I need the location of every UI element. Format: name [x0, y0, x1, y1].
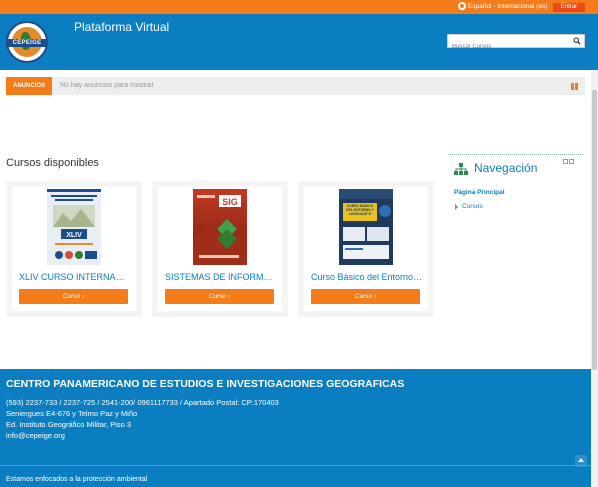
- nav-courses-link[interactable]: Cursos: [455, 203, 483, 210]
- course-button[interactable]: Curso ›: [165, 289, 274, 304]
- search-input[interactable]: [448, 41, 568, 53]
- nav-courses-label: Cursos: [462, 203, 483, 210]
- course-title[interactable]: SISTEMAS DE INFORMACIÓN GEOGRÁFICA: [165, 272, 277, 282]
- footer-tagline: Estamos enfocados a la protección ambien…: [6, 476, 148, 483]
- course-card: CURSO BÁSICO DEL ENTORNO Y LENGUAJE R Cu…: [298, 181, 434, 317]
- course-button[interactable]: Curso ›: [19, 289, 128, 304]
- svg-text:XLIV: XLIV: [66, 232, 82, 239]
- globe-icon: [458, 2, 466, 10]
- page-scrollbar[interactable]: [591, 70, 598, 487]
- nav-home-link[interactable]: Página Principal: [454, 189, 505, 196]
- section-title: Cursos disponibles: [6, 157, 99, 169]
- footer-address-1: Seniergues E4-676 y Telmo Paz y Miño: [6, 409, 138, 418]
- scrollbar-thumb[interactable]: [592, 90, 597, 370]
- course-image[interactable]: CURSO BÁSICO DEL ENTORNO Y LENGUAJE R: [339, 189, 393, 265]
- course-card: SIG SISTEMAS DE INFORMACIÓN GEOGRÁFICA C…: [152, 181, 288, 317]
- navigation-title: Navegación: [474, 161, 538, 175]
- footer-email[interactable]: info@cepeige.org: [6, 431, 65, 440]
- search-icon[interactable]: [573, 37, 581, 45]
- language-label: Español - Internacional (es): [468, 2, 548, 10]
- header: CEPEIGE Plataforma Virtual: [0, 14, 598, 70]
- announcements-empty-text: No hay anuncios para mostrar: [60, 82, 154, 89]
- expand-arrow-icon[interactable]: [455, 203, 458, 210]
- course-card: XLIV XLIV CURSO INTERNACIONAL Curso ›: [6, 181, 142, 317]
- logo-text: CEPEIGE: [8, 39, 46, 47]
- login-button[interactable]: Entrar: [553, 3, 585, 12]
- search-box: [447, 34, 585, 53]
- announcements-label: ANUNCIOS: [6, 77, 52, 95]
- sitemap-icon: [454, 163, 468, 175]
- announcements-bar: ANUNCIOS No hay anuncios para mostrar: [6, 77, 585, 95]
- course-button[interactable]: Curso ›: [311, 289, 420, 304]
- course-title[interactable]: Curso Básico del Entorno y Lenguaje R: [311, 272, 423, 282]
- footer: CENTRO PANAMERICANO DE ESTUDIOS E INVEST…: [0, 369, 591, 487]
- footer-divider: [0, 465, 591, 466]
- site-title[interactable]: Plataforma Virtual: [74, 20, 169, 34]
- footer-address-2: Ed. Instituto Geográfico Militar, Piso 3: [6, 420, 132, 429]
- course-title[interactable]: XLIV CURSO INTERNACIONAL: [19, 272, 131, 282]
- footer-phones: (593) 2237-733 / 2237-725 / 2541-200/ 09…: [6, 398, 279, 407]
- course-image[interactable]: XLIV: [47, 189, 101, 265]
- site-logo[interactable]: CEPEIGE: [6, 21, 48, 63]
- course-image-caption: CURSO BÁSICO DEL ENTORNO Y LENGUAJE R: [346, 204, 374, 217]
- course-image[interactable]: SIG: [193, 189, 247, 265]
- svg-text:SIG: SIG: [222, 197, 238, 207]
- language-selector[interactable]: Español - Internacional (es): [458, 2, 548, 10]
- footer-org-name: CENTRO PANAMERICANO DE ESTUDIOS E INVEST…: [6, 378, 405, 390]
- pause-icon[interactable]: [571, 83, 578, 90]
- block-controls[interactable]: [563, 159, 574, 164]
- top-bar: Español - Internacional (es) Entrar: [0, 0, 598, 14]
